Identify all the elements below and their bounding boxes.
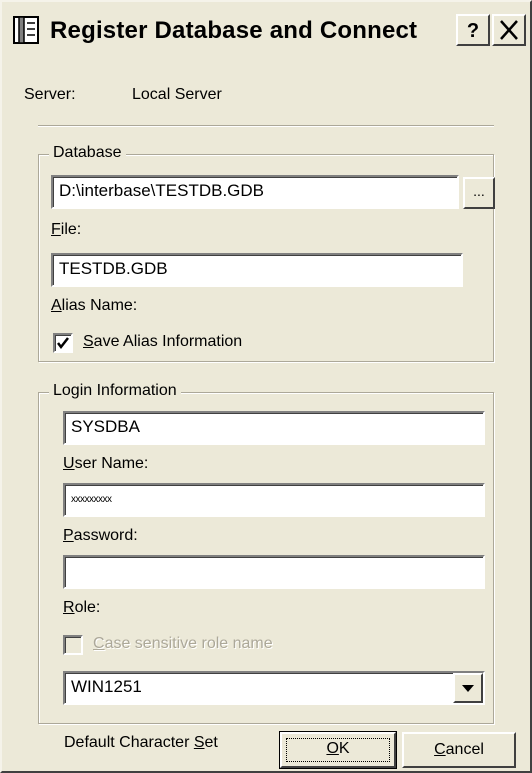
login-group-legend: Login Information	[49, 382, 181, 400]
save-alias-label[interactable]: Save Alias Information	[83, 333, 242, 351]
role-label-mnemonic: R	[63, 599, 75, 616]
help-icon: ?	[467, 20, 479, 42]
file-label-mnemonic: F	[51, 221, 61, 238]
separator	[38, 125, 494, 127]
database-app-icon	[13, 16, 39, 44]
cancel-label-text: ancel	[445, 741, 484, 758]
charset-label-rest: et	[204, 734, 218, 751]
register-database-dialog: Register Database and Connect ? Server: …	[0, 0, 532, 773]
case-sensitive-role-checkbox[interactable]	[63, 635, 83, 655]
case-sensitive-role-label[interactable]: Case sensitive role name	[93, 635, 273, 653]
user-name-input[interactable]: SYSDBA	[63, 411, 485, 445]
default-character-set-label: Default Character Set	[64, 734, 218, 752]
browse-database-button[interactable]: ...	[463, 177, 495, 209]
role-input[interactable]	[63, 555, 485, 589]
user-label-mnemonic: U	[63, 455, 75, 472]
chevron-down-icon	[462, 685, 474, 692]
database-path-input[interactable]: D:\interbase\TESTDB.GDB	[51, 175, 459, 209]
role-label: Role:	[63, 599, 100, 617]
server-value: Local Server	[132, 86, 222, 103]
save-alias-checkbox[interactable]	[53, 333, 73, 353]
charset-label-pre: Default Character	[64, 734, 194, 751]
character-set-select[interactable]: WIN1251	[63, 671, 485, 705]
alias-label-mnemonic: A	[51, 297, 62, 314]
role-label-text: ole:	[74, 599, 101, 616]
file-label-text: ile:	[60, 221, 82, 238]
title-bar[interactable]: Register Database and Connect ?	[2, 2, 530, 60]
case-sensitive-mnemonic: C	[93, 635, 105, 652]
help-button[interactable]: ?	[456, 14, 490, 46]
ok-button[interactable]: OK	[279, 731, 397, 769]
save-alias-mnemonic: S	[83, 333, 94, 350]
user-name-label: User Name:	[63, 455, 148, 473]
alias-name-input[interactable]: TESTDB.GDB	[51, 253, 463, 287]
password-label-text: assword:	[73, 527, 138, 544]
focus-rectangle	[286, 738, 390, 762]
close-icon	[500, 20, 518, 40]
password-input[interactable]: xxxxxxxxx	[63, 483, 485, 517]
window-title: Register Database and Connect	[50, 17, 418, 44]
server-label: Server:	[24, 86, 76, 103]
save-alias-text: ave Alias Information	[93, 333, 243, 350]
database-group-legend: Database	[49, 144, 126, 162]
login-information-group: Login Information SYSDBA User Name: xxxx…	[38, 382, 494, 724]
close-button[interactable]	[492, 14, 526, 46]
case-sensitive-text: ase sensitive role name	[104, 635, 273, 652]
alias-name-label: Alias Name:	[51, 297, 137, 315]
character-set-dropdown-button[interactable]	[453, 673, 483, 703]
alias-label-text: lias Name:	[61, 297, 138, 314]
check-mark-icon	[57, 337, 69, 350]
file-label: File:	[51, 221, 81, 239]
charset-label-mnemonic: S	[193, 734, 205, 751]
password-label-mnemonic: P	[63, 527, 74, 544]
password-label: Password:	[63, 527, 138, 545]
database-group: Database D:\interbase\TESTDB.GDB ... Fil…	[38, 144, 495, 362]
help-glyph: ?	[467, 20, 479, 42]
cancel-button[interactable]: Cancel	[402, 732, 516, 768]
user-label-text: ser Name:	[74, 455, 149, 472]
cancel-mnemonic: C	[434, 741, 446, 758]
character-set-value: WIN1251	[71, 677, 142, 696]
